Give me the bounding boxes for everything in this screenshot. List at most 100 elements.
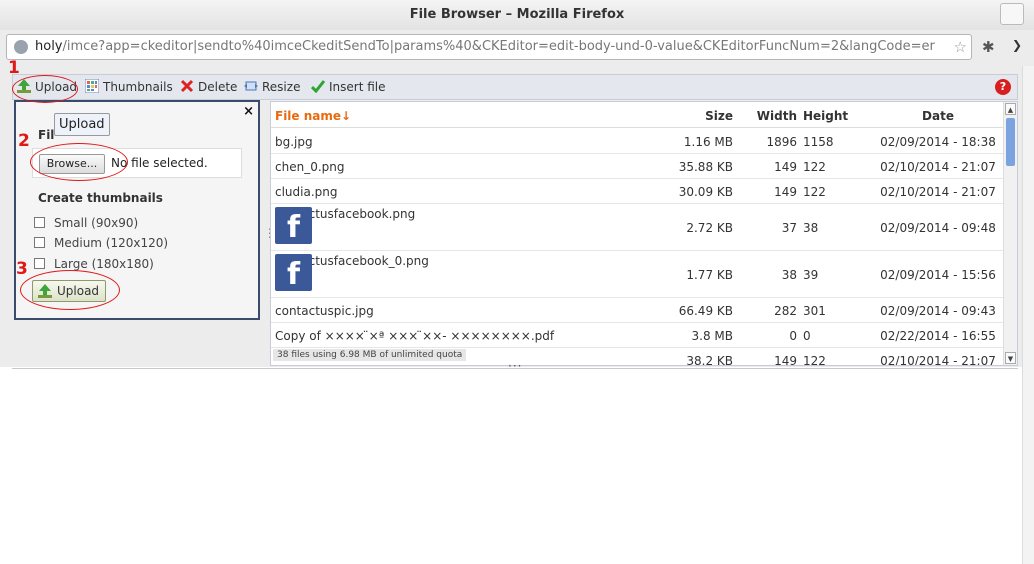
scroll-up-icon[interactable]: ▲ bbox=[1005, 103, 1016, 115]
file-width-cell: 1896 bbox=[766, 135, 797, 149]
file-date-cell: 02/22/2014 - 16:55 bbox=[880, 329, 996, 343]
file-name-cell: chen_0.png bbox=[275, 160, 345, 174]
thumbnails-grid-icon bbox=[85, 79, 99, 93]
file-row[interactable]: f contactusfacebook.png 2.72 KB 37 38 02/09/2… bbox=[271, 204, 1003, 251]
bookmark-star-icon[interactable]: ☆ bbox=[954, 35, 967, 59]
scroll-down-icon[interactable]: ▼ bbox=[1005, 352, 1016, 364]
url-bar[interactable]: holy/imce?app=ckeditor|sendto%40imceCked… bbox=[6, 34, 972, 60]
close-icon[interactable]: × bbox=[243, 104, 254, 119]
file-size-cell: 3.8 MB bbox=[691, 329, 733, 343]
file-width-cell: 0 bbox=[789, 329, 797, 343]
quota-status: 38 files using 6.98 MB of unlimited quot… bbox=[273, 349, 467, 361]
file-name-cell: f contactusfacebook.png bbox=[275, 207, 415, 245]
file-height-cell: 39 bbox=[803, 268, 819, 282]
file-date-cell: 02/10/2014 - 21:07 bbox=[880, 160, 996, 174]
file-width-cell: 149 bbox=[774, 185, 797, 199]
file-row[interactable]: chen_0.png 35.88 KB 149 122 02/10/2014 - 21:… bbox=[271, 154, 1003, 179]
file-list-header: File name↓ Size Width Height Date bbox=[271, 102, 1003, 128]
file-date-cell: 02/09/2014 - 09:48 bbox=[880, 221, 996, 235]
file-date-cell: 02/10/2014 - 21:07 bbox=[880, 354, 996, 366]
file-date-cell: 02/09/2014 - 18:38 bbox=[880, 135, 996, 149]
window-close-button[interactable] bbox=[1000, 3, 1024, 25]
facebook-thumbnail-icon: f bbox=[275, 254, 312, 292]
file-date-cell: 02/10/2014 - 21:07 bbox=[880, 185, 996, 199]
file-row[interactable]: f contactusfacebook_0.png 1.77 KB 38 39 02/09… bbox=[271, 251, 1003, 298]
help-icon[interactable]: ? bbox=[995, 79, 1011, 95]
thumb-option-medium[interactable]: Medium (120x120) bbox=[34, 236, 168, 250]
file-list-scrollbar[interactable]: ▲ ▼ bbox=[1003, 102, 1017, 365]
annotation-number-3: 3 bbox=[16, 259, 28, 279]
file-size-cell: 38.2 KB bbox=[686, 354, 733, 366]
file-height-cell: 1158 bbox=[803, 135, 834, 149]
url-path: /imce?app=ckeditor|sendto%40imceCkeditSe… bbox=[62, 39, 935, 54]
resize-tool-label: Resize bbox=[262, 80, 301, 94]
insert-file-tool-button[interactable]: Insert file bbox=[311, 79, 386, 95]
file-width-cell: 37 bbox=[781, 221, 797, 235]
file-name-cell: contactuspic.jpg bbox=[275, 304, 374, 318]
file-row[interactable]: contactuspic.jpg 66.49 KB 282 301 02/09/2014… bbox=[271, 298, 1003, 323]
annotation-number-1: 1 bbox=[8, 58, 20, 78]
create-thumbnails-title: Create thumbnails bbox=[38, 191, 163, 205]
file-size-cell: 66.49 KB bbox=[678, 304, 733, 318]
column-width[interactable]: Width bbox=[757, 109, 797, 123]
file-height-cell: 122 bbox=[803, 354, 826, 366]
firefox-window: File Browser – Mozilla Firefox holy/imce… bbox=[0, 0, 1034, 564]
file-height-cell: 122 bbox=[803, 185, 826, 199]
file-list: File name↓ Size Width Height Date bg.jpg… bbox=[270, 101, 1018, 366]
file-label: Fil bbox=[38, 128, 55, 142]
file-width-cell: 38 bbox=[781, 268, 797, 282]
file-row[interactable]: cludia.png 30.09 KB 149 122 02/10/2014 - 21:… bbox=[271, 179, 1003, 204]
file-name-cell: Copy of ×××× ̈×ª ××× ̈××- ××××××××.pdf bbox=[275, 329, 555, 343]
file-height-cell: 0 bbox=[803, 329, 811, 343]
file-name-cell: f contactusfacebook_0.png bbox=[275, 254, 429, 292]
file-size-cell: 1.16 MB bbox=[683, 135, 733, 149]
page-scrollbar[interactable] bbox=[1022, 66, 1034, 564]
checkmark-icon bbox=[311, 80, 325, 93]
thumb-option-large[interactable]: Large (180x180) bbox=[34, 257, 154, 271]
extension-icon[interactable]: ✱ bbox=[982, 38, 995, 56]
file-name-cell: cludia.png bbox=[275, 185, 338, 199]
file-name-cell: bg.jpg bbox=[275, 135, 313, 149]
annotation-circle-2 bbox=[30, 143, 128, 181]
column-date[interactable]: Date bbox=[873, 109, 1003, 123]
file-size-cell: 1.77 KB bbox=[686, 268, 733, 282]
annotation-circle-3 bbox=[20, 270, 120, 310]
annotation-circle-1 bbox=[12, 75, 78, 103]
thumb-option-small[interactable]: Small (90x90) bbox=[34, 216, 138, 230]
chevron-down-icon[interactable]: ❯ bbox=[1012, 38, 1022, 52]
url-host: holy bbox=[35, 39, 63, 54]
delete-x-icon bbox=[180, 79, 194, 93]
facebook-thumbnail-icon: f bbox=[275, 207, 312, 245]
option-label: Small (90x90) bbox=[54, 216, 139, 230]
file-date-cell: 02/09/2014 - 09:43 bbox=[880, 304, 996, 318]
file-date-cell: 02/09/2014 - 15:56 bbox=[880, 268, 996, 282]
file-row[interactable]: bg.jpg 1.16 MB 1896 1158 02/09/2014 - 18:38 bbox=[271, 129, 1003, 154]
thumbnails-tool-button[interactable]: Thumbnails bbox=[85, 79, 173, 95]
scroll-thumb[interactable] bbox=[1006, 118, 1015, 166]
file-row[interactable]: Copy of ×××× ̈×ª ××× ̈××- ××××××××.pdf 3.… bbox=[271, 323, 1003, 348]
file-size-cell: 2.72 KB bbox=[686, 221, 733, 235]
column-file-name[interactable]: File name↓ bbox=[275, 109, 351, 123]
column-size[interactable]: Size bbox=[705, 109, 733, 123]
option-label: Medium (120x120) bbox=[54, 236, 169, 250]
horizontal-splitter-handle[interactable]: ··· bbox=[508, 359, 522, 373]
imce-toolbar: Upload Thumbnails Delete Resize Insert f… bbox=[12, 74, 1018, 100]
checkbox[interactable] bbox=[34, 237, 45, 248]
file-height-cell: 38 bbox=[803, 221, 819, 235]
checkbox[interactable] bbox=[34, 217, 45, 228]
file-width-cell: 149 bbox=[774, 160, 797, 174]
thumbnails-tool-label: Thumbnails bbox=[103, 80, 173, 94]
resize-icon bbox=[244, 81, 258, 91]
file-width-cell: 282 bbox=[774, 304, 797, 318]
resize-tool-button[interactable]: Resize bbox=[244, 79, 300, 95]
delete-tool-button[interactable]: Delete bbox=[180, 79, 237, 95]
globe-icon bbox=[14, 40, 28, 54]
file-size-cell: 30.09 KB bbox=[678, 185, 733, 199]
delete-tool-label: Delete bbox=[198, 80, 238, 94]
file-height-cell: 122 bbox=[803, 160, 826, 174]
window-title: File Browser – Mozilla Firefox bbox=[0, 0, 1034, 30]
column-height[interactable]: Height bbox=[803, 109, 848, 123]
upload-tooltip: Upload bbox=[54, 113, 110, 136]
checkbox[interactable] bbox=[34, 258, 45, 269]
file-height-cell: 301 bbox=[803, 304, 826, 318]
